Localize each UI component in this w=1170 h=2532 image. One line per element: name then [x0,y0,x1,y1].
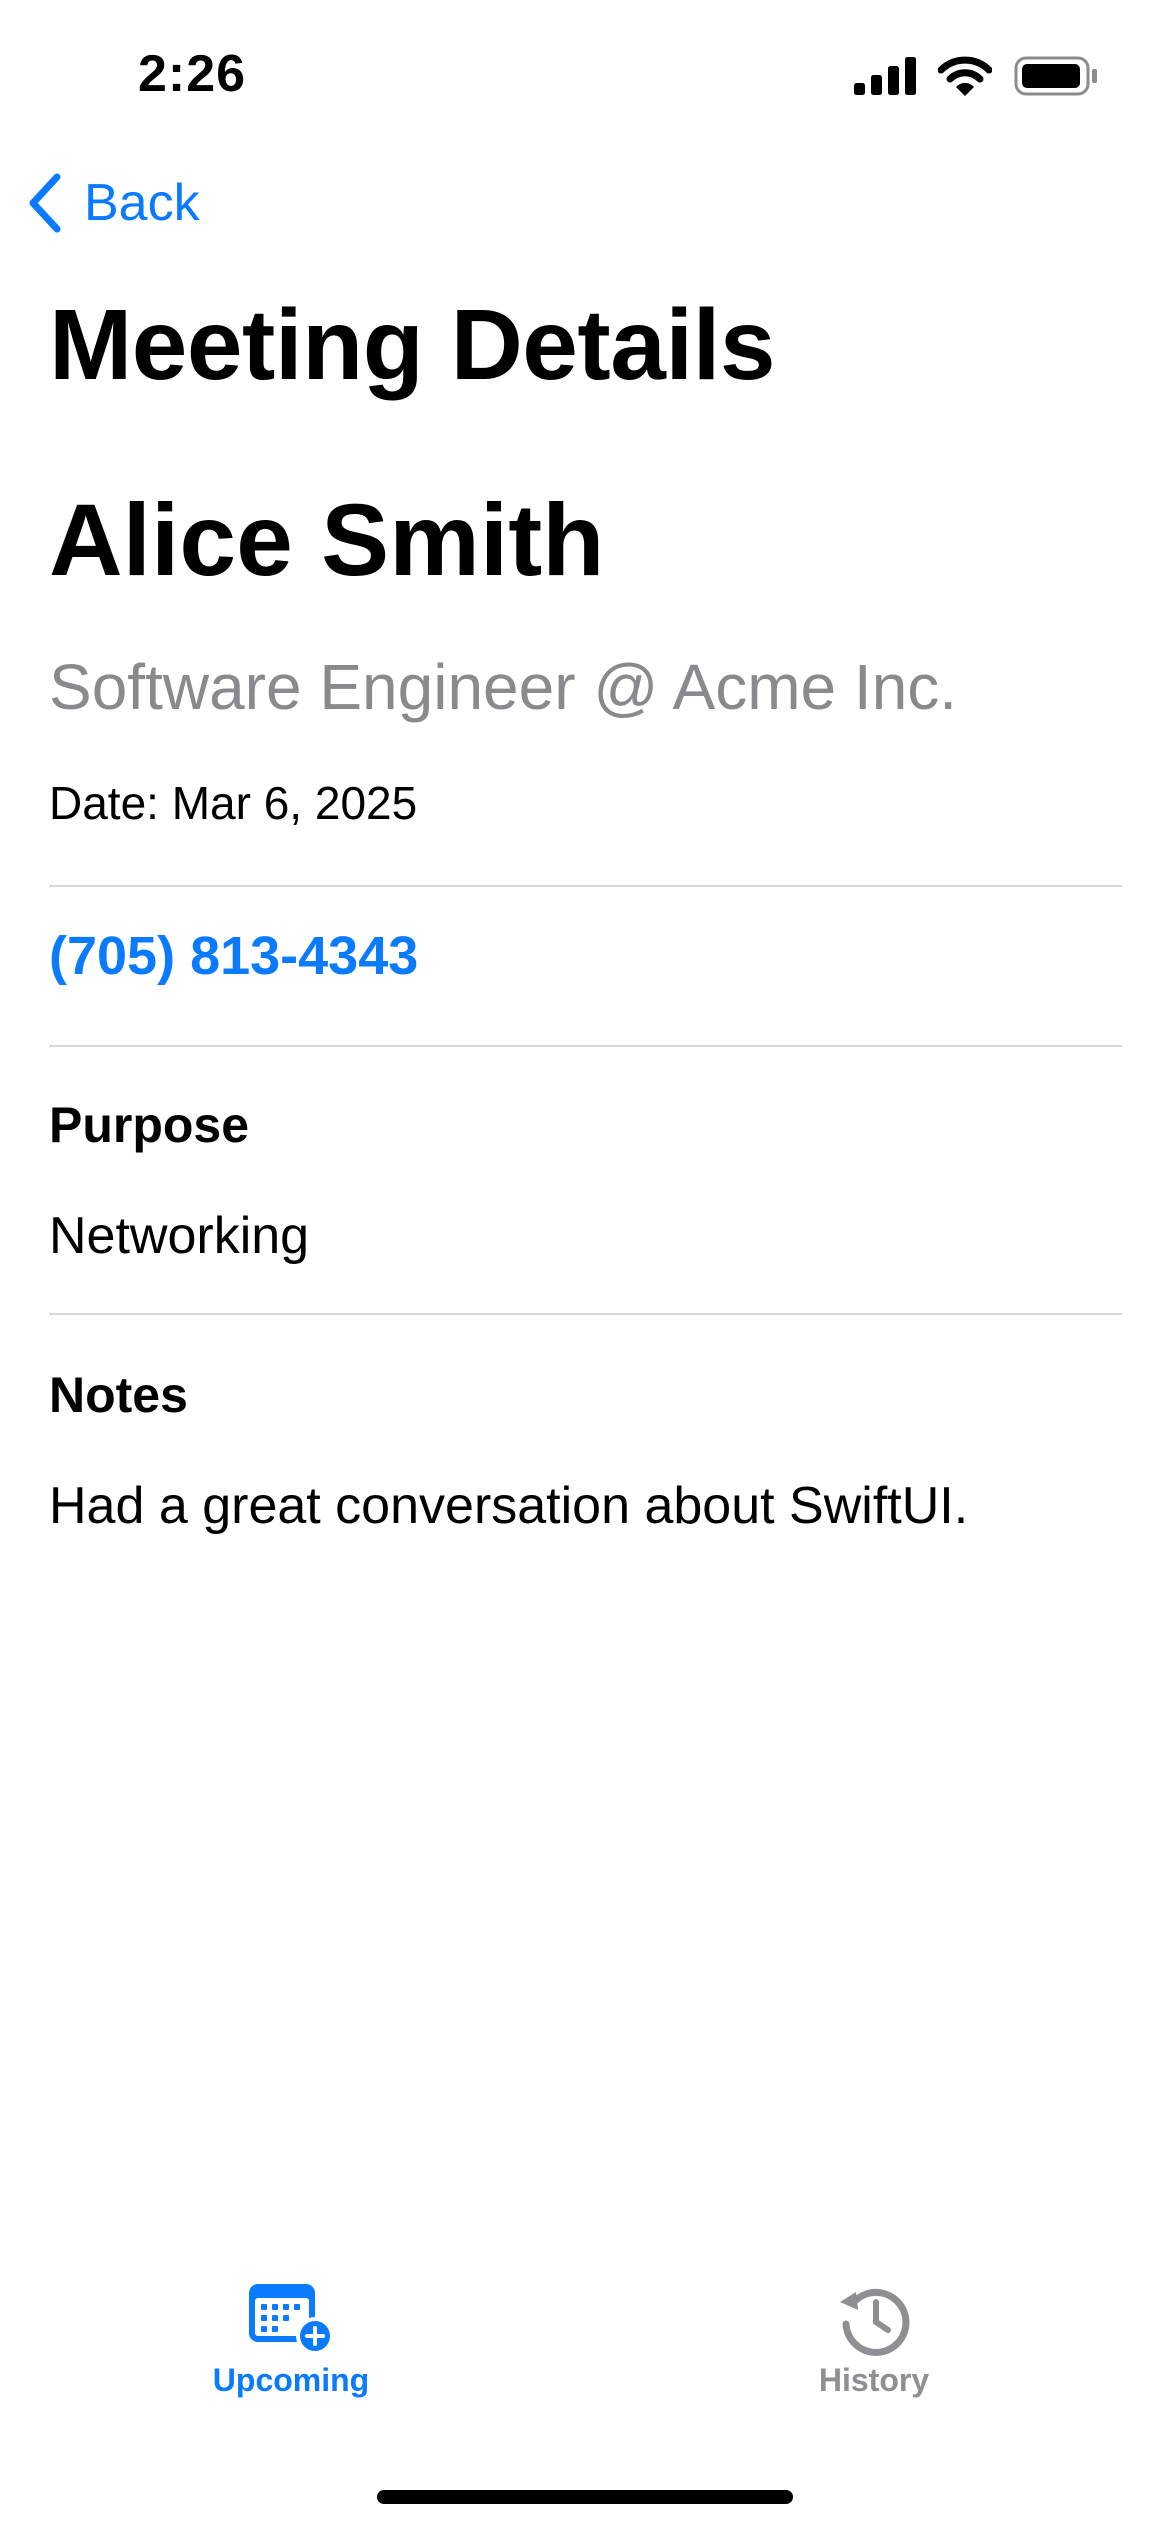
tab-upcoming-label: Upcoming [212,2362,370,2398]
tab-bar: Upcoming History [0,2280,1170,2420]
divider [49,1045,1122,1047]
page-title: Meeting Details [49,289,776,401]
back-button[interactable]: Back [26,172,200,234]
home-indicator[interactable] [377,2490,793,2504]
battery-icon [1014,56,1097,96]
phone-link[interactable]: (705) 813-4343 [49,925,418,987]
chevron-left-icon [29,173,61,233]
status-icons [854,56,1098,96]
purpose-label: Purpose [49,1097,250,1153]
tab-history[interactable]: History [724,2280,1024,2399]
calendar-badge-plus-icon [249,2284,334,2355]
meeting-date: Date: Mar 6, 2025 [49,777,418,829]
contact-subtitle: Software Engineer @ Acme Inc. [49,651,958,723]
status-bar: 2:26 [0,0,1170,150]
purpose-value: Networking [49,1207,310,1265]
cellular-signal-icon [854,57,916,95]
tab-upcoming[interactable]: Upcoming [141,2280,441,2399]
divider [49,885,1122,887]
notes-label: Notes [49,1367,188,1423]
back-button-label: Back [84,174,200,232]
divider [49,1313,1122,1315]
status-time: 2:26 [138,45,247,103]
wifi-icon [938,56,992,96]
clock-history-icon [840,2289,910,2356]
contact-name: Alice Smith [49,483,605,597]
tab-history-label: History [818,2362,930,2398]
notes-value: Had a great conversation about SwiftUI. [49,1477,969,1535]
